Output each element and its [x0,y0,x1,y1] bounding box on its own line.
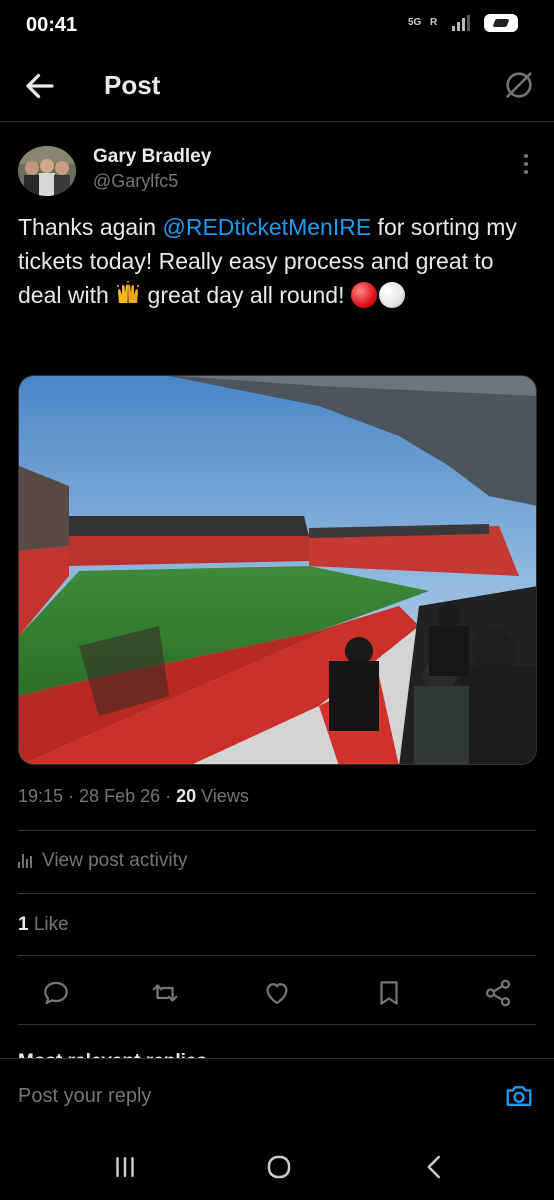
post-text-end: great day all round! [141,282,351,308]
grok-icon[interactable] [502,68,536,102]
like-icon[interactable] [262,978,292,1008]
bookmark-icon[interactable] [374,978,404,1008]
post-image[interactable] [18,375,537,765]
status-time: 00:41 [26,14,78,36]
divider [18,955,536,956]
action-bar [0,970,554,1016]
share-icon[interactable] [483,978,513,1008]
more-options-icon[interactable] [522,154,530,178]
home-icon[interactable] [264,1152,294,1182]
signal-icon [452,15,470,31]
likes-count[interactable]: 1 Like [18,914,69,936]
views-count: 20 [176,786,197,806]
network-type: 5G [408,17,422,28]
post-text-start: Thanks again [18,214,163,240]
arrow-left-icon[interactable] [22,68,58,104]
views-label: Views [196,786,249,806]
reply-icon[interactable] [41,978,71,1008]
reply-input[interactable]: Post your reply [18,1085,151,1108]
divider [18,830,536,831]
roaming-indicator: R [430,17,438,28]
status-bar: 00:41 5G R [0,0,554,52]
post-text: Thanks again @REDticketMenIRE for sortin… [18,210,538,312]
back-icon[interactable] [420,1152,450,1182]
post-date: 28 Feb 26 [79,786,161,806]
likes-label: Like [28,914,69,935]
analytics-icon [18,854,32,868]
view-post-activity[interactable]: View post activity [18,850,187,872]
raising-hands-icon [116,281,140,303]
top-app-bar: Post [0,52,554,122]
battery-icon [484,14,518,32]
reply-bar: Post your reply [0,1058,554,1138]
page-title: Post [104,70,161,100]
divider [18,1024,536,1025]
avatar[interactable] [18,146,76,196]
camera-icon[interactable] [504,1081,534,1111]
recents-icon[interactable] [110,1152,140,1182]
activity-label: View post activity [42,850,188,871]
system-nav-bar [0,1138,554,1200]
likes-number: 1 [18,914,29,935]
status-icons: 5G R [408,14,518,32]
post-time: 19:15 [18,786,64,806]
repost-icon[interactable] [150,978,180,1008]
white-circle-icon [378,282,405,308]
mention-link[interactable]: @REDticketMenIRE [162,214,371,240]
post-meta: 19:15 · 28 Feb 26 · 20 Views [18,786,249,806]
divider [18,893,536,894]
red-circle-icon [350,282,377,308]
author-handle[interactable]: @Garylfc5 [93,171,178,192]
author-name[interactable]: Gary Bradley [93,146,211,168]
